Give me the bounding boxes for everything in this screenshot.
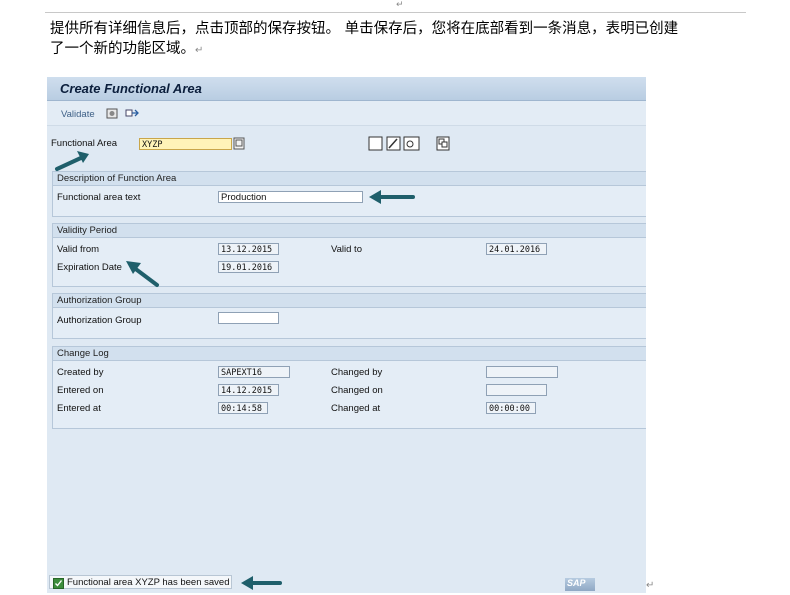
valid-to-input[interactable]: 24.01.2016 (486, 243, 547, 255)
functional-area-text-label: Functional area text (57, 192, 141, 203)
functional-area-text-input[interactable]: Production (218, 191, 363, 203)
expiration-date-label: Expiration Date (57, 262, 122, 273)
application-toolbar: Validate (47, 101, 646, 126)
changed-at-label: Changed at (331, 403, 381, 414)
changed-on-input[interactable] (486, 384, 547, 396)
group-header: Description of Function Area (53, 172, 646, 186)
valid-from-input[interactable]: 13.12.2015 (218, 243, 279, 255)
entered-at-label: Entered at (57, 403, 101, 414)
matchcode-icon[interactable] (233, 137, 245, 150)
annotation-arrow (126, 261, 159, 287)
change-log-group: Change Log Created by SAPEXT16 Changed b… (52, 346, 646, 429)
paragraph-mark: ↵ (195, 45, 204, 56)
group-header: Validity Period (53, 224, 646, 238)
display-change-icon[interactable] (106, 108, 118, 119)
intro-line-2: 了一个新的功能区域。 (50, 41, 195, 57)
valid-from-label: Valid from (57, 244, 100, 255)
validate-button[interactable]: Validate (61, 109, 95, 120)
screen-title: Create Functional Area (60, 81, 202, 96)
group-title: Description of Function Area (57, 173, 177, 184)
annotation-arrow (241, 576, 282, 590)
changed-at-input[interactable]: 00:00:00 (486, 402, 536, 414)
changed-on-label: Changed on (331, 385, 383, 396)
created-by-input[interactable]: SAPEXT16 (218, 366, 290, 378)
expiration-date-input[interactable]: 19.01.2016 (218, 261, 279, 273)
create-change-display-icons[interactable] (368, 136, 420, 151)
success-check-icon (53, 578, 64, 589)
authorization-group-input[interactable] (218, 312, 279, 324)
sap-screen: Create Functional Area Validate Function… (47, 77, 646, 593)
page-rule (45, 12, 746, 13)
group-title: Authorization Group (57, 295, 142, 306)
where-used-icon[interactable] (125, 108, 139, 119)
annotation-arrow (55, 151, 89, 171)
sap-logo: SAP (565, 578, 595, 591)
created-by-label: Created by (57, 367, 104, 378)
paragraph-mark: ↵ (396, 0, 404, 10)
annotation-arrow (369, 190, 415, 204)
group-title: Change Log (57, 348, 109, 359)
group-header: Change Log (53, 347, 646, 361)
entered-on-label: Entered on (57, 385, 104, 396)
group-title: Validity Period (57, 225, 118, 236)
screen-title-bar: Create Functional Area (47, 77, 646, 101)
functional-area-input[interactable]: XYZP (139, 138, 232, 150)
intro-paragraph: 提供所有详细信息后，点击顶部的保存按钮。 单击保存后，您将在底部看到一条消息，表… (50, 19, 755, 61)
valid-to-label: Valid to (331, 244, 362, 255)
group-header: Authorization Group (53, 294, 646, 308)
entered-on-input[interactable]: 14.12.2015 (218, 384, 279, 396)
copy-icon[interactable] (436, 136, 450, 151)
entered-at-input[interactable]: 00:14:58 (218, 402, 268, 414)
description-group: Description of Function Area Functional … (52, 171, 646, 217)
functional-area-label: Functional Area (51, 138, 118, 149)
changed-by-label: Changed by (331, 367, 383, 378)
changed-by-input[interactable] (486, 366, 558, 378)
intro-line-1: 提供所有详细信息后，点击顶部的保存按钮。 单击保存后，您将在底部看到一条消息，表… (50, 21, 679, 37)
authorization-group: Authorization Group Authorization Group (52, 293, 646, 339)
status-message: Functional area XYZP has been saved (67, 577, 230, 588)
paragraph-mark: ↵ (646, 580, 655, 591)
authorization-group-label: Authorization Group (57, 315, 142, 326)
status-bar: Functional area XYZP has been saved (49, 575, 232, 589)
